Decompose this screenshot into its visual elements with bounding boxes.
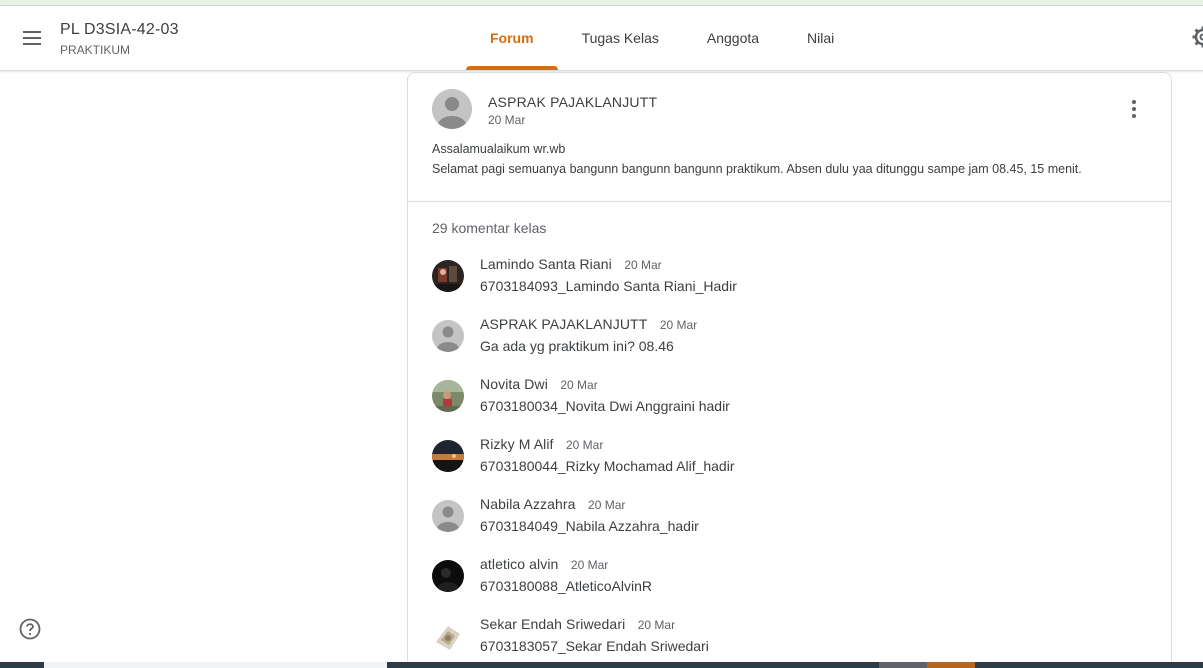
tab-forum[interactable]: Forum [466, 6, 558, 70]
comment-date: 20 Mar [659, 318, 698, 332]
comment-text: 6703184093_Lamindo Santa Riani_Hadir [480, 278, 737, 294]
help-button[interactable] [19, 618, 41, 640]
commenter-avatar [432, 440, 464, 472]
default-person-icon [432, 500, 464, 532]
comment-date: 20 Mar [560, 378, 598, 392]
comment-item: Lamindo Santa Riani 20 Mar 6703184093_La… [432, 256, 1132, 304]
photo-sunset-icon [432, 440, 464, 472]
gear-icon [1192, 26, 1203, 48]
commenter-name: Nabila Azzahra [480, 496, 576, 512]
tab-anggota[interactable]: Anggota [683, 6, 783, 70]
taskbar-app-item[interactable] [879, 662, 927, 668]
class-header: PL D3SIA-42-03 PRAKTIKUM Forum Tugas Kel… [0, 6, 1203, 71]
default-person-icon [432, 89, 472, 129]
comment-text: 6703180088_AtleticoAlvinR [480, 578, 653, 594]
commenter-name: atletico alvin [480, 556, 559, 572]
commenter-avatar [432, 500, 464, 532]
post-author-avatar [432, 89, 472, 129]
commenter-avatar [432, 620, 464, 652]
more-vert-icon [1132, 100, 1136, 118]
post-author-name: ASPRAK PAJAKLANJUTT [488, 94, 658, 110]
taskbar-app-item-active[interactable] [927, 662, 975, 668]
commenter-avatar [432, 320, 464, 352]
commenter-name: Lamindo Santa Riani [480, 256, 612, 272]
post-body: Assalamualaikum wr.wb Selamat pagi semua… [432, 139, 1152, 179]
comment-text: 6703180034_Novita Dwi Anggraini hadir [480, 398, 730, 414]
commenter-avatar [432, 260, 464, 292]
comment-date: 20 Mar [588, 498, 626, 512]
commenter-name: ASPRAK PAJAKLANJUTT [480, 316, 648, 332]
default-person-icon [432, 320, 464, 352]
class-title[interactable]: PL D3SIA-42-03 [60, 21, 179, 39]
hamburger-menu-icon [23, 31, 41, 45]
tab-tugas-kelas[interactable]: Tugas Kelas [558, 6, 683, 70]
commenter-avatar [432, 380, 464, 412]
comment-text: Ga ada yg praktikum ini? 08.46 [480, 338, 674, 354]
comment-item: Rizky M Alif 20 Mar 6703180044_Rizky Moc… [432, 436, 1132, 484]
class-tabs: Forum Tugas Kelas Anggota Nilai [466, 6, 858, 70]
announcement-card: ASPRAK PAJAKLANJUTT 20 Mar Assalamualaik… [407, 72, 1172, 668]
tab-nilai[interactable]: Nilai [783, 6, 858, 70]
comment-date: 20 Mar [624, 258, 662, 272]
comment-item: atletico alvin 20 Mar 6703180088_Atletic… [432, 556, 1132, 604]
commenter-name: Sekar Endah Sriwedari [480, 616, 626, 632]
comment-text: 6703180044_Rizky Mochamad Alif_hadir [480, 458, 735, 474]
comment-item: Sekar Endah Sriwedari 20 Mar 6703183057_… [432, 616, 1132, 664]
comment-date: 20 Mar [637, 618, 676, 632]
help-circle-icon [19, 618, 41, 640]
class-comments-count[interactable]: 29 komentar kelas [432, 220, 546, 236]
post-date: 20 Mar [488, 113, 526, 127]
commenter-name: Novita Dwi [480, 376, 548, 392]
class-section: PRAKTIKUM [60, 43, 131, 57]
comment-text: 6703184049_Nabila Azzahra_hadir [480, 518, 699, 534]
settings-button[interactable] [1191, 25, 1203, 49]
comment-item: ASPRAK PAJAKLANJUTT 20 Mar Ga ada yg pra… [432, 316, 1132, 364]
commenter-name: Rizky M Alif [480, 436, 554, 452]
taskbar-search-box[interactable] [44, 662, 387, 668]
comment-item: Nabila Azzahra 20 Mar 6703184049_Nabila … [432, 496, 1132, 544]
post-body-line: Assalamualaikum wr.wb [432, 142, 566, 156]
photo-light-icon [432, 620, 464, 652]
comment-item: Novita Dwi 20 Mar 6703180034_Novita Dwi … [432, 376, 1132, 424]
comment-date: 20 Mar [566, 438, 604, 452]
commenter-avatar [432, 560, 464, 592]
photo-black-icon [432, 560, 464, 592]
photo-dark-icon [432, 260, 464, 292]
main-menu-button[interactable] [18, 24, 46, 52]
post-options-button[interactable] [1122, 97, 1146, 121]
divider [408, 201, 1171, 202]
photo-outdoor-icon [432, 380, 464, 412]
comment-date: 20 Mar [570, 558, 609, 572]
comment-text: 6703183057_Sekar Endah Sriwedari [480, 638, 709, 654]
post-body-line: Selamat pagi semuanya bangunn bangunn ba… [432, 162, 1082, 176]
